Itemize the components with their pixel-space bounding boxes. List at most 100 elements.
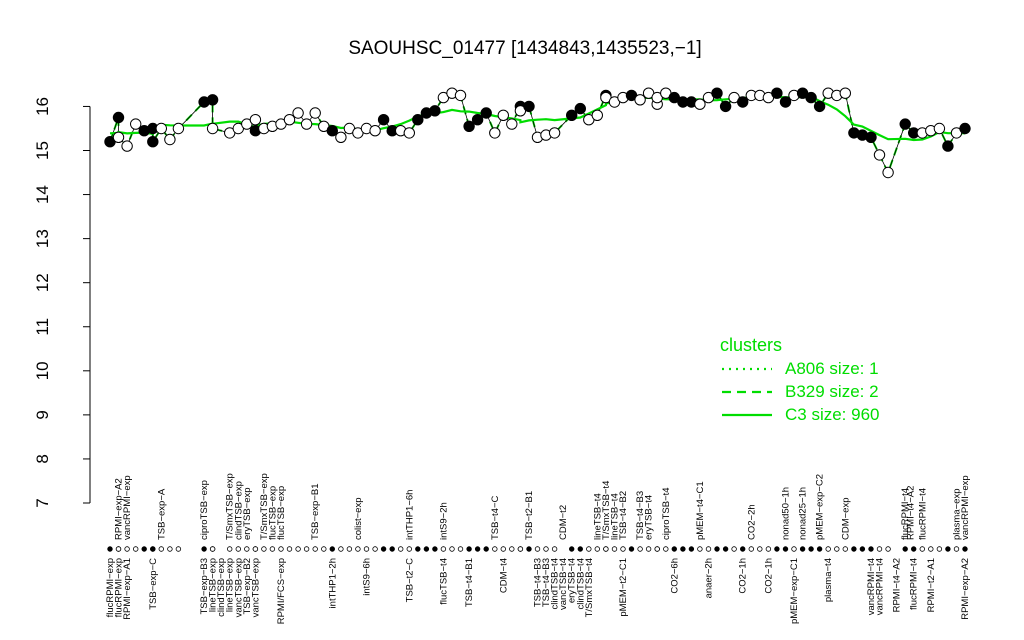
x-label-top: CDM−exp — [840, 498, 851, 541]
x-label-bottom: CO2−1h — [738, 558, 749, 594]
point-filled — [959, 122, 971, 135]
rug-mark — [175, 546, 182, 552]
rug-mark — [594, 546, 600, 552]
x-label-bottom: CDM−t4 — [498, 558, 509, 593]
x-label-bottom: vancRPMI−t4 — [875, 558, 886, 615]
x-label-bottom: RPMI−exp−A1 — [122, 558, 133, 620]
point-filled — [377, 114, 390, 126]
x-label-top: ciproTSB−t4 — [661, 487, 672, 540]
x-label-top: eryTSB−exp — [242, 487, 253, 540]
rug-mark — [816, 546, 823, 552]
rug-mark — [226, 546, 233, 552]
rug-mark — [842, 546, 848, 552]
y-tick-label: 16 — [33, 97, 52, 116]
y-tick-label: 10 — [33, 361, 52, 380]
point-open — [489, 127, 501, 139]
rug-mark — [509, 546, 515, 552]
legend: clusters A806 size: 1 B329 size: 2 C3 size… — [720, 335, 880, 424]
rug-mark — [620, 546, 626, 552]
point-open — [112, 131, 125, 144]
rug-mark — [517, 546, 524, 552]
x-label-bottom: CO2−1h — [763, 558, 774, 594]
x-label-top: TSB−t4−C — [490, 496, 501, 540]
rug-mark — [483, 546, 489, 552]
y-tick-label: 8 — [33, 454, 52, 463]
point-open — [933, 122, 946, 135]
chart-title: SAOUHSC_01477 [1434843,1435523,−1] — [348, 38, 701, 59]
point-filled — [574, 102, 586, 115]
x-label-bottom: T/SmxTSB−t4 — [584, 558, 595, 617]
rug-mark — [457, 546, 464, 552]
x-label-top: vancRPMI−exp — [122, 475, 133, 540]
point-open — [172, 122, 185, 135]
y-tick-label: 12 — [33, 273, 52, 292]
rug-mark — [124, 546, 130, 552]
rug-mark — [278, 546, 284, 552]
x-label-top: intTHP1−6h — [404, 490, 415, 540]
rug-mark — [526, 546, 532, 552]
x-label-bottom: intS9−6h — [362, 558, 373, 596]
point-filled — [805, 91, 817, 104]
rug-mark — [851, 546, 857, 552]
rug-mark — [329, 546, 335, 552]
rug-mark — [782, 546, 789, 552]
rug-mark — [911, 546, 917, 552]
x-label-top: pMEM−exp−C2 — [815, 474, 826, 540]
point-filled — [326, 125, 338, 137]
rug-mark — [474, 546, 481, 552]
rug-mark — [432, 546, 438, 552]
point-open — [309, 107, 321, 119]
rug-mark — [936, 546, 943, 552]
y-tick-label: 11 — [33, 318, 52, 336]
point-filled — [865, 131, 877, 144]
x-label-bottom: vancTSB−exp — [250, 558, 261, 617]
rug-mark — [834, 546, 840, 552]
bottom-x-labels: flucRPMI−expflucRPMI−expRPMI−exp−A1 TSB−e… — [105, 558, 971, 624]
rug-mark — [945, 546, 951, 552]
point-filled — [480, 107, 492, 119]
rug-mark — [697, 546, 703, 552]
rug-mark — [551, 546, 558, 552]
point-filled — [899, 118, 911, 130]
rug-mark — [688, 546, 695, 552]
y-axis: 7 8 9 10 11 12 13 14 15 16 — [33, 97, 91, 508]
rug-mark — [107, 546, 113, 552]
point-open — [292, 107, 304, 119]
x-label-top: nonad50−1h — [780, 487, 791, 540]
rug-mark — [714, 546, 720, 552]
legend-label: A806 size: 1 — [785, 359, 879, 378]
rug-mark — [569, 546, 575, 552]
point-filled — [429, 105, 441, 117]
rug-mark — [774, 546, 780, 552]
rug-mark — [440, 546, 447, 552]
point-open — [548, 127, 561, 139]
x-label-bottom: RPMI−t2−A1 — [926, 558, 937, 612]
point-filled — [942, 140, 954, 152]
x-label-top: colist−exp — [353, 497, 364, 540]
legend-label: C3 size: 960 — [785, 405, 880, 424]
rug-mark — [603, 546, 609, 552]
rug-mark — [645, 546, 652, 552]
rug-mark — [637, 546, 643, 552]
rug-mark — [321, 546, 327, 552]
rug-mark — [748, 546, 754, 552]
rug-mark — [269, 546, 276, 552]
rug-mark — [449, 546, 455, 552]
rug-mark — [791, 546, 797, 552]
x-label-bottom: CO2−6h — [669, 558, 680, 594]
x-label-bottom: TSB−t2−C — [404, 558, 415, 602]
point-open — [506, 118, 518, 130]
point-open — [591, 109, 603, 122]
rug-mark — [765, 546, 772, 552]
rug-mark — [150, 546, 156, 552]
point-open — [873, 149, 886, 161]
rug-mark — [825, 546, 831, 552]
x-label-top: flucRPMI−t4 — [917, 488, 928, 540]
rug-mark — [252, 546, 259, 552]
rug-mark — [628, 546, 635, 552]
rug-mark — [295, 546, 301, 552]
x-label-bottom: plasma−t4 — [823, 558, 834, 602]
rug-mark — [577, 546, 583, 552]
rug-mark — [346, 546, 353, 552]
top-x-labels: RPMI−exp−A2vancRPMI−exp TSB−exp−A ciproTSB… — [114, 473, 971, 540]
